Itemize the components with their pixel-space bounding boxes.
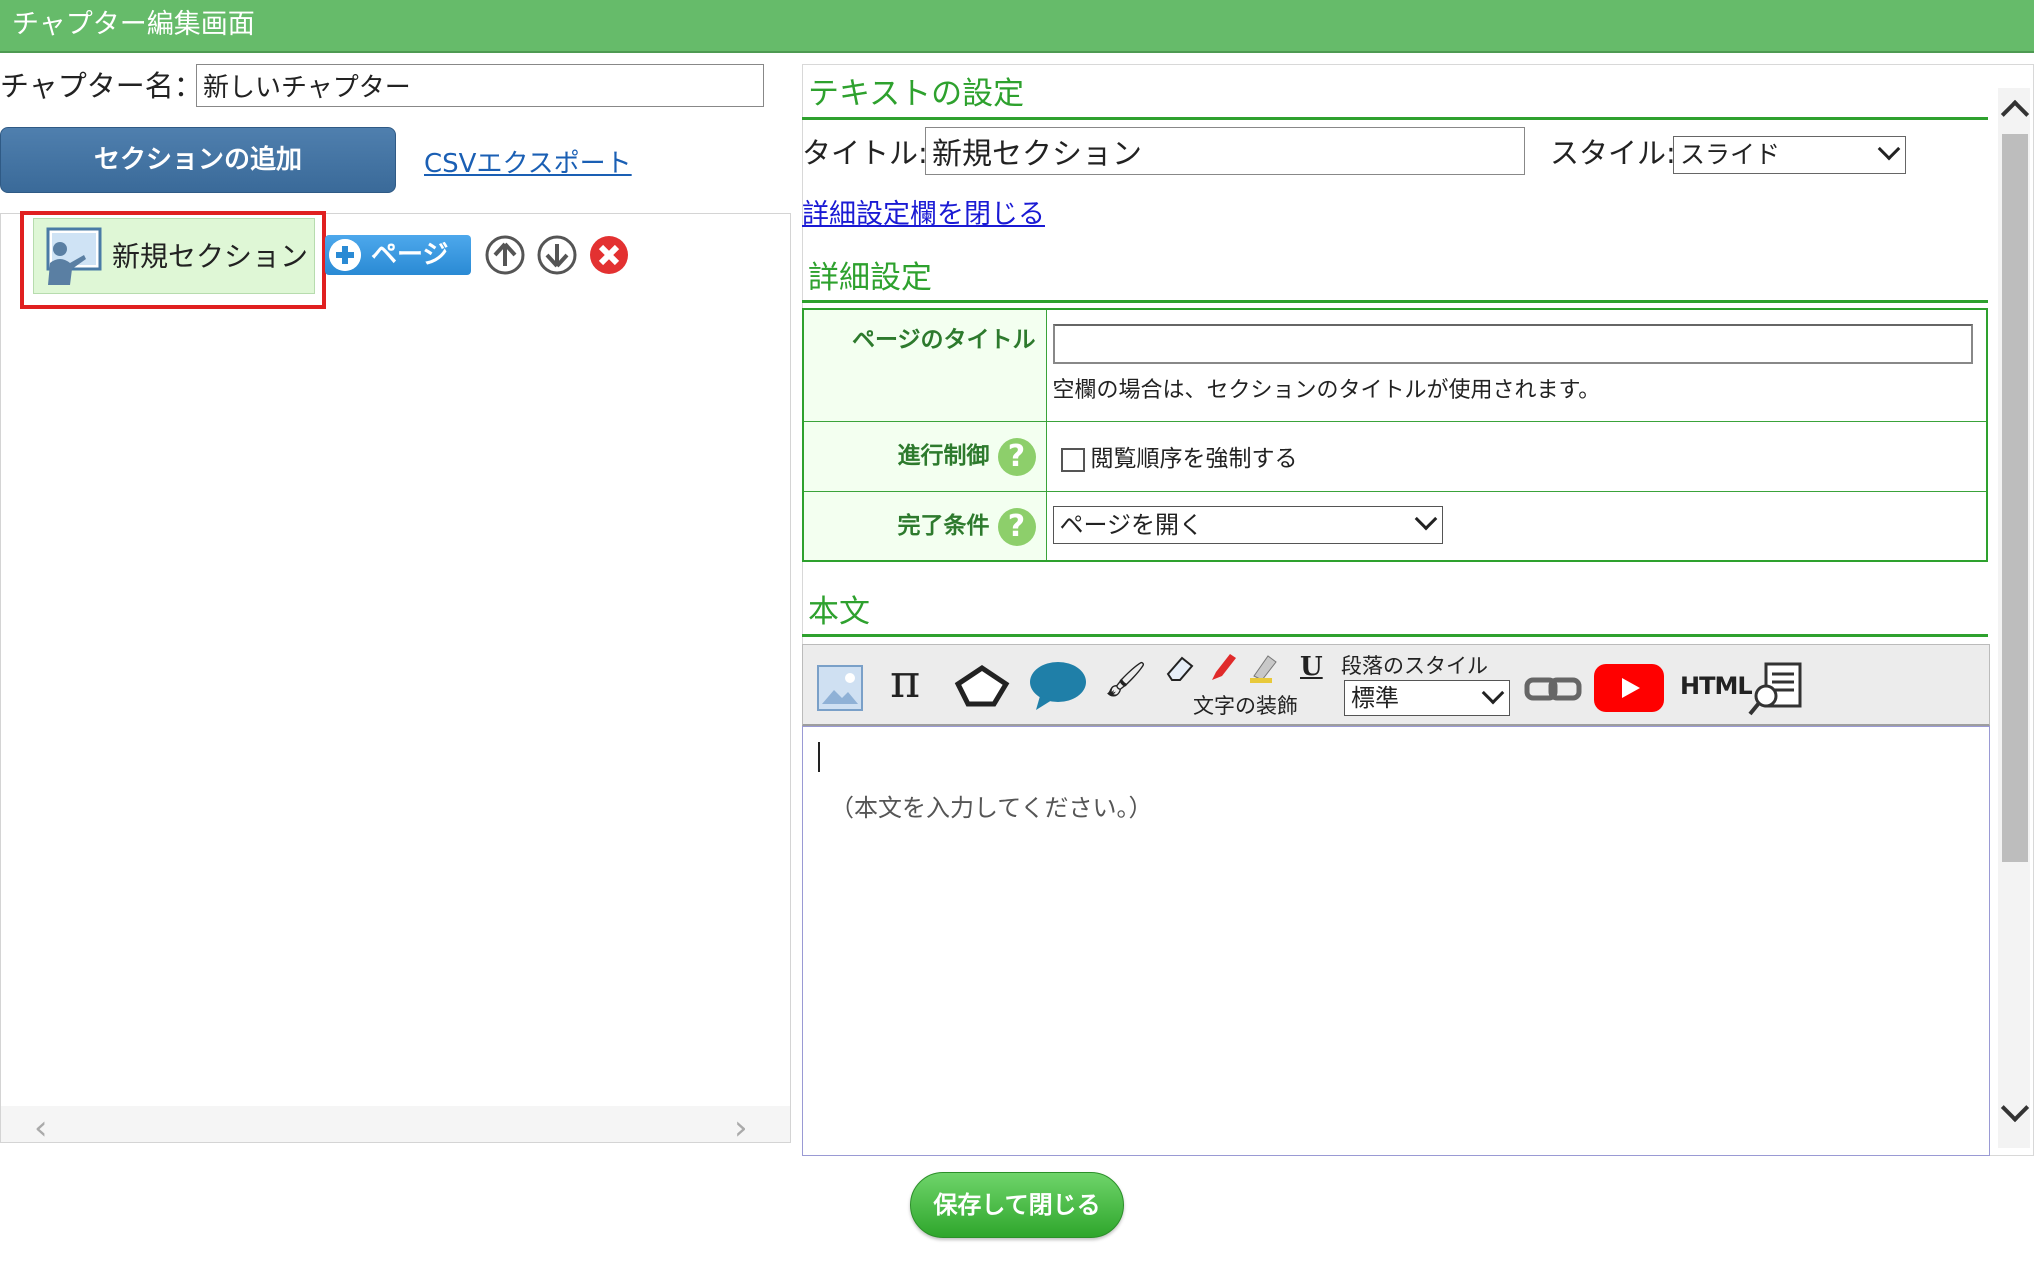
force-order-label: 閲覧順序を強制する <box>1090 446 1298 472</box>
title-input[interactable] <box>925 127 1525 175</box>
delete-icon[interactable] <box>588 234 630 276</box>
body-heading: 本文 <box>808 594 870 630</box>
link-icon[interactable] <box>1524 674 1582 704</box>
text-caret <box>818 742 820 772</box>
underline-icon[interactable]: U <box>1300 652 1323 682</box>
scroll-right-icon[interactable]: › <box>734 1108 748 1148</box>
arrow-down-icon[interactable] <box>536 234 578 276</box>
highlighter-icon[interactable] <box>1248 650 1280 684</box>
text-settings-heading: テキストの設定 <box>808 76 1025 112</box>
progress-label: 進行制御? <box>802 420 1047 492</box>
page-title-cell: 空欄の場合は、セクションのタイトルが使用されます。 <box>1045 308 1988 422</box>
image-icon[interactable] <box>816 664 864 712</box>
decoration-label: 文字の装飾 <box>1193 694 1298 718</box>
progress-label-text: 進行制御 <box>897 443 990 470</box>
csv-export-link[interactable]: CSVエクスポート <box>424 143 632 180</box>
page-title-label: ページのタイトル <box>802 308 1047 422</box>
marker-icon[interactable] <box>1206 650 1238 684</box>
speech-bubble-icon[interactable] <box>1028 660 1088 712</box>
detail-settings-table: ページのタイトル 空欄の場合は、セクションのタイトルが使用されます。 進行制御?… <box>802 308 1988 562</box>
plus-icon <box>329 239 361 271</box>
page-title-input[interactable] <box>1052 324 1973 364</box>
help-icon[interactable]: ? <box>997 507 1036 546</box>
page-title-label-text: ページのタイトル <box>851 327 1036 353</box>
chapter-name-input[interactable] <box>196 64 764 107</box>
save-and-close-button[interactable]: 保存して閉じる <box>910 1172 1124 1238</box>
scroll-left-icon[interactable]: ‹ <box>34 1108 48 1148</box>
completion-label: 完了条件? <box>802 490 1047 562</box>
chapter-name-label: チャプター名： <box>0 69 203 103</box>
completion-select-value: ページを開く <box>1059 510 1204 539</box>
completion-label-text: 完了条件 <box>897 513 990 539</box>
page-title-hint: 空欄の場合は、セクションのタイトルが使用されます。 <box>1052 378 1601 403</box>
add-page-label: ページ <box>371 240 449 270</box>
pi-icon[interactable]: π <box>890 654 920 708</box>
brush-icon[interactable]: 🖌 <box>1104 660 1147 700</box>
body-placeholder: （本文を入力してください。） <box>830 794 1153 822</box>
eraser-icon[interactable] <box>1164 652 1196 684</box>
title-label: タイトル: <box>802 136 928 170</box>
preview-icon[interactable] <box>1748 660 1804 716</box>
arrow-up-icon[interactable] <box>484 234 526 276</box>
help-icon[interactable]: ? <box>997 437 1036 476</box>
paragraph-style-label: 段落のスタイル <box>1341 654 1488 678</box>
add-page-button[interactable]: ページ <box>325 235 471 275</box>
progress-cell: 閲覧順序を強制する <box>1045 420 1988 492</box>
divider <box>802 300 1988 303</box>
style-select[interactable]: スライド <box>1673 136 1906 174</box>
window-title: チャプター編集画面 <box>0 0 2034 53</box>
detail-settings-heading: 詳細設定 <box>808 260 932 296</box>
vertical-scrollbar-thumb[interactable] <box>2002 134 2028 862</box>
section-tree-panel <box>0 213 791 1143</box>
chevron-down-icon <box>1481 681 1505 705</box>
html-icon[interactable]: HTML <box>1680 672 1753 700</box>
divider <box>802 634 1988 637</box>
selection-highlight <box>20 211 326 309</box>
add-section-button[interactable]: セクションの追加 <box>0 127 396 193</box>
paragraph-style-select[interactable]: 標準 <box>1344 680 1510 716</box>
completion-select[interactable]: ページを開く <box>1052 505 1443 544</box>
completion-cell: ページを開く <box>1045 490 1988 562</box>
chevron-down-icon <box>1414 507 1437 530</box>
paragraph-style-value: 標準 <box>1351 684 1399 712</box>
horizontal-scrollbar[interactable] <box>1 1106 790 1142</box>
close-detail-link[interactable]: 詳細設定欄を閉じる <box>802 192 1045 231</box>
style-label: スタイル: <box>1550 136 1676 170</box>
divider <box>802 117 1988 120</box>
chevron-down-icon <box>1877 137 1901 161</box>
shape-icon[interactable] <box>954 664 1010 708</box>
style-select-value: スライド <box>1680 140 1781 169</box>
youtube-icon[interactable] <box>1594 664 1664 712</box>
force-order-checkbox[interactable] <box>1060 447 1085 472</box>
